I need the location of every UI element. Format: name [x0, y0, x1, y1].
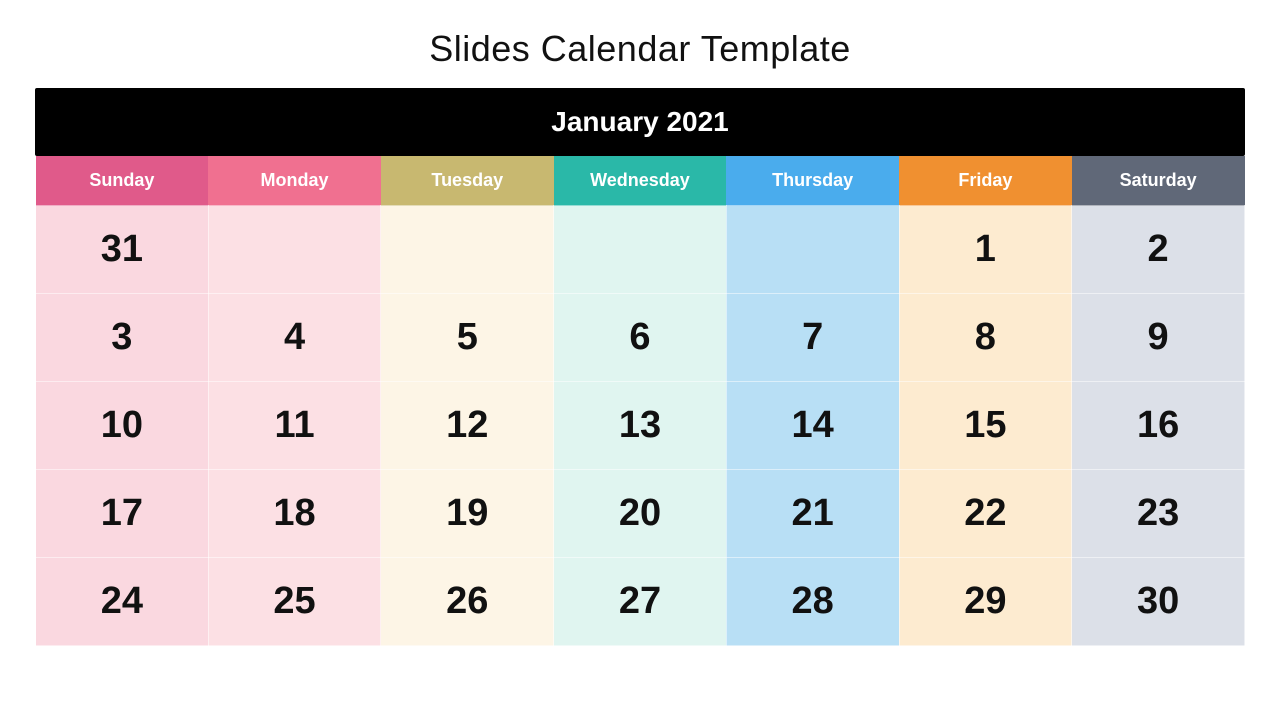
- calendar-cell: 14: [726, 382, 899, 470]
- calendar-cell: 9: [1072, 294, 1245, 382]
- page-title: Slides Calendar Template: [429, 28, 851, 70]
- calendar-cell: 6: [554, 294, 727, 382]
- day-header-sunday: Sunday: [36, 156, 209, 206]
- day-header-wednesday: Wednesday: [554, 156, 727, 206]
- calendar-body: 3112345678910111213141516171819202122232…: [36, 206, 1245, 646]
- calendar-cell: 18: [208, 470, 381, 558]
- calendar-week-3: 17181920212223: [36, 470, 1245, 558]
- calendar-cell: 5: [381, 294, 554, 382]
- day-headers-row: SundayMondayTuesdayWednesdayThursdayFrid…: [36, 156, 1245, 206]
- day-header-friday: Friday: [899, 156, 1072, 206]
- calendar-cell: 12: [381, 382, 554, 470]
- calendar-cell: 15: [899, 382, 1072, 470]
- calendar-week-1: 3456789: [36, 294, 1245, 382]
- day-header-monday: Monday: [208, 156, 381, 206]
- calendar-cell: 21: [726, 470, 899, 558]
- day-header-thursday: Thursday: [726, 156, 899, 206]
- calendar-cell: 24: [36, 558, 209, 646]
- calendar-cell: 19: [381, 470, 554, 558]
- calendar-cell: [208, 206, 381, 294]
- calendar-cell: 29: [899, 558, 1072, 646]
- calendar-cell: 27: [554, 558, 727, 646]
- calendar-week-0: 31 12: [36, 206, 1245, 294]
- calendar-week-4: 24252627282930: [36, 558, 1245, 646]
- calendar-cell: 28: [726, 558, 899, 646]
- calendar-cell: 7: [726, 294, 899, 382]
- calendar-cell: 30: [1072, 558, 1245, 646]
- calendar-cell: 8: [899, 294, 1072, 382]
- calendar-cell: 31: [36, 206, 209, 294]
- day-header-saturday: Saturday: [1072, 156, 1245, 206]
- calendar-cell: 16: [1072, 382, 1245, 470]
- calendar-cell: 3: [36, 294, 209, 382]
- calendar-cell: 1: [899, 206, 1072, 294]
- calendar-wrapper: January 2021 SundayMondayTuesdayWednesda…: [35, 88, 1245, 646]
- calendar-cell: 22: [899, 470, 1072, 558]
- calendar-cell: 25: [208, 558, 381, 646]
- calendar-grid: SundayMondayTuesdayWednesdayThursdayFrid…: [35, 156, 1245, 646]
- calendar-cell: [381, 206, 554, 294]
- day-header-tuesday: Tuesday: [381, 156, 554, 206]
- calendar-cell: 17: [36, 470, 209, 558]
- calendar-cell: 23: [1072, 470, 1245, 558]
- calendar-cell: 2: [1072, 206, 1245, 294]
- calendar-cell: 11: [208, 382, 381, 470]
- calendar-cell: 20: [554, 470, 727, 558]
- calendar-cell: 10: [36, 382, 209, 470]
- calendar-month-header: January 2021: [35, 88, 1245, 156]
- calendar-cell: [726, 206, 899, 294]
- calendar-week-2: 10111213141516: [36, 382, 1245, 470]
- calendar-cell: 26: [381, 558, 554, 646]
- calendar-cell: 13: [554, 382, 727, 470]
- calendar-cell: 4: [208, 294, 381, 382]
- calendar-cell: [554, 206, 727, 294]
